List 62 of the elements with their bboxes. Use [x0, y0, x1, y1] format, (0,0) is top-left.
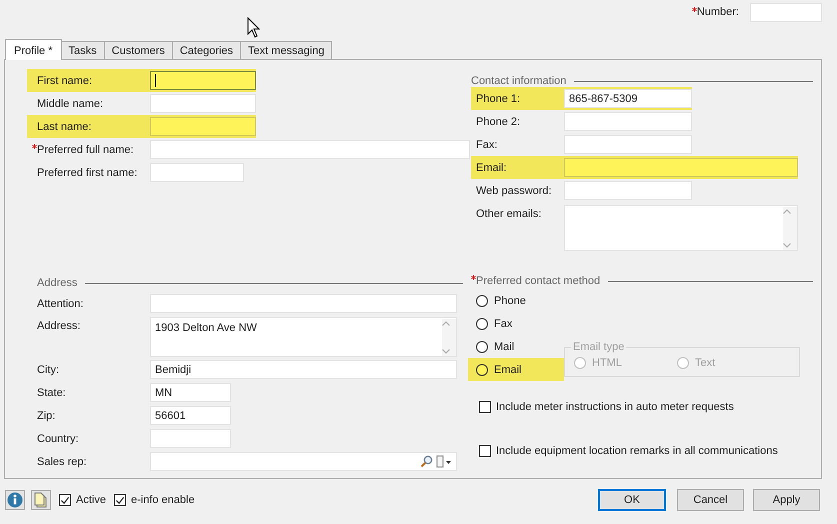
field-label: Last name:	[37, 120, 92, 132]
dialog-button[interactable]: Apply	[753, 489, 820, 511]
field-label: Preferred full name:	[37, 144, 134, 156]
field-label: Sales rep:	[37, 456, 88, 468]
field-label: Other emails:	[476, 207, 542, 220]
radio-option[interactable]: Phone	[471, 289, 564, 312]
field-label: State:	[37, 386, 67, 398]
field-label: Attention:	[37, 298, 84, 310]
mouse-cursor-icon	[247, 17, 261, 38]
dropdown-icon[interactable]	[436, 455, 452, 468]
section-title: Contact information	[471, 75, 566, 87]
scroll-down-icon[interactable]	[442, 349, 450, 354]
field-label: Preferred first name:	[37, 166, 138, 178]
lookup-field[interactable]	[150, 452, 457, 471]
checkbox[interactable]: Include meter instructions in auto meter requests	[471, 401, 821, 413]
section-title: Address	[37, 277, 78, 289]
group-title: Email type	[571, 341, 626, 353]
dialog-button[interactable]: Cancel	[677, 489, 744, 511]
radio-option[interactable]: Email	[468, 358, 564, 381]
section-title: Preferred contact method	[476, 275, 600, 287]
text-field[interactable]: 56601	[150, 406, 231, 425]
search-icon[interactable]	[420, 455, 433, 468]
field-label: Fax:	[476, 138, 498, 150]
field-label: Email:	[476, 162, 508, 174]
field-label: Middle name:	[37, 98, 104, 110]
field-label: Web password:	[476, 184, 553, 196]
scroll-down-icon[interactable]	[783, 243, 791, 248]
text-field[interactable]: MN	[150, 383, 231, 402]
checkbox[interactable]: Active	[59, 494, 106, 506]
radio-option[interactable]: Fax	[471, 312, 564, 335]
info-icon[interactable]	[5, 490, 25, 510]
tab[interactable]: Tasks	[60, 41, 105, 59]
required-icon	[32, 144, 37, 149]
dialog-button[interactable]: OK	[598, 489, 666, 511]
text-area[interactable]: 1903 Delton Ave NW	[150, 317, 457, 357]
document-icon[interactable]	[31, 490, 51, 510]
scroll-up-icon[interactable]	[442, 321, 450, 326]
field-label: City:	[37, 364, 60, 376]
field-label: Phone 2:	[476, 116, 522, 128]
field-label: Address:	[37, 319, 82, 332]
text-field[interactable]	[150, 117, 256, 136]
tab[interactable]: Profile *	[5, 39, 62, 60]
field-label: Country:	[37, 432, 80, 444]
tab[interactable]: Text messaging	[240, 41, 332, 59]
text-field[interactable]	[150, 71, 256, 90]
radio-option[interactable]: Mail	[471, 335, 564, 358]
checkbox[interactable]: Include equipment location remarks in all communications	[471, 445, 821, 457]
text-field[interactable]: Bemidji	[150, 360, 457, 379]
scroll-up-icon[interactable]	[783, 209, 791, 214]
text-field[interactable]: 865-867-5309	[564, 89, 692, 108]
checkmark-icon	[114, 494, 125, 506]
tab[interactable]: Customers	[104, 41, 173, 59]
field-label: Phone 1:	[476, 92, 522, 104]
field-label: Zip:	[37, 410, 56, 422]
field-label: First name:	[37, 74, 92, 86]
text-field[interactable]	[564, 158, 798, 177]
number-field[interactable]	[750, 3, 822, 22]
number-label: Number:	[696, 5, 739, 20]
checkmark-icon	[60, 494, 70, 506]
tab[interactable]: Categories	[172, 41, 242, 59]
text-area[interactable]	[564, 205, 798, 251]
checkbox[interactable]: e-info enable	[114, 494, 195, 506]
